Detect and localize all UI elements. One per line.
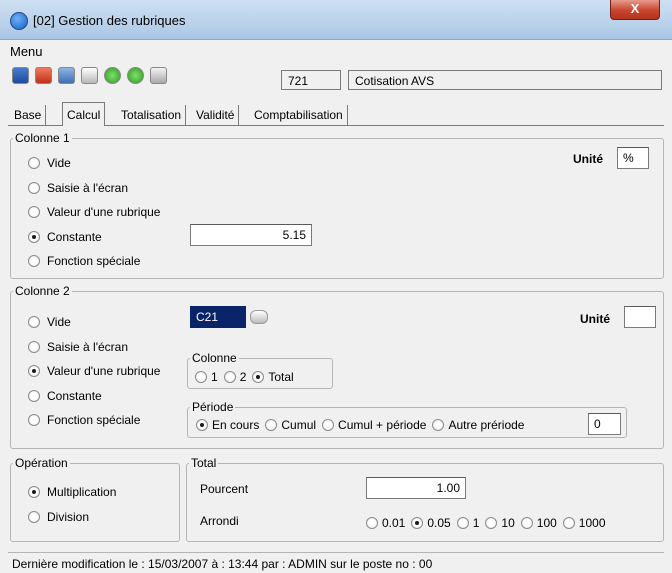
colonne-option-total[interactable]: Total [252, 370, 294, 384]
colonne2-option-constante[interactable]: Constante [28, 389, 102, 403]
tab-validite[interactable]: Validité [192, 105, 240, 125]
arrondi-option-0-01[interactable]: 0.01 [366, 516, 405, 530]
operation-legend: Opération [15, 456, 68, 470]
periode-option-en-cours[interactable]: En cours [196, 418, 259, 432]
save-icon[interactable] [12, 67, 29, 84]
colonne-subgroup-options: 1 2 Total [195, 370, 300, 384]
view-icon[interactable] [81, 67, 98, 84]
colonne2-unite-label: Unité [580, 312, 610, 326]
pourcent-label: Pourcent [200, 482, 249, 496]
tab-comptabilisation[interactable]: Comptabilisation [250, 105, 348, 125]
colonne-option-1[interactable]: 1 [195, 370, 218, 384]
operation-group: Opération [10, 456, 180, 542]
total-legend: Total [191, 456, 217, 470]
colonne2-option-saisie[interactable]: Saisie à l'écran [28, 340, 128, 354]
forward-icon[interactable] [127, 67, 144, 84]
delete-icon[interactable] [35, 67, 52, 84]
menu-item-menu[interactable]: Menu [10, 44, 43, 59]
close-button[interactable]: X [610, 0, 660, 20]
colonne-option-2[interactable]: 2 [223, 370, 246, 384]
print-icon[interactable] [150, 67, 167, 84]
colonne1-option-constante[interactable]: Constante [28, 230, 102, 244]
colonne2-option-vide[interactable]: Vide [28, 315, 71, 329]
periode-option-autre[interactable]: Autre prériode [432, 418, 524, 432]
arrondi-options: 0.01 0.05 1 10 100 1000 [366, 516, 612, 530]
colonne-subgroup-legend: Colonne [192, 351, 237, 365]
arrondi-label: Arrondi [200, 514, 239, 528]
operation-option-division[interactable]: Division [28, 510, 89, 524]
arrondi-option-0-05[interactable]: 0.05 [411, 516, 451, 530]
periode-value-input[interactable]: 0 [588, 413, 621, 435]
status-bar: Dernière modification le : 15/03/2007 à … [8, 552, 664, 572]
arrondi-option-100[interactable]: 100 [520, 516, 557, 530]
colonne1-option-saisie[interactable]: Saisie à l'écran [28, 181, 128, 195]
app-icon [10, 12, 28, 30]
colonne2-unite-input[interactable] [624, 306, 656, 328]
pourcent-input[interactable]: 1.00 [366, 477, 466, 499]
back-icon[interactable] [104, 67, 121, 84]
tab-totalisation[interactable]: Totalisation [117, 105, 187, 125]
colonne1-unite-input[interactable]: % [617, 147, 649, 169]
operation-option-multiplication[interactable]: Multiplication [28, 485, 116, 499]
colonne2-option-fonction[interactable]: Fonction spéciale [28, 413, 140, 427]
periode-subgroup-legend: Période [192, 400, 234, 414]
view-icon[interactable] [250, 310, 268, 324]
colonne1-option-vide[interactable]: Vide [28, 156, 71, 170]
periode-subgroup-options: En cours Cumul Cumul + période Autre pré… [196, 418, 530, 432]
colonne1-option-fonction[interactable]: Fonction spéciale [28, 254, 140, 268]
rubrique-select-input[interactable]: C21 [190, 306, 246, 328]
window-title: [02] Gestion des rubriques [33, 13, 186, 28]
arrondi-option-10[interactable]: 10 [485, 516, 515, 530]
constante-input[interactable]: 5.15 [190, 224, 312, 246]
menu-bar [8, 41, 664, 62]
rubrique-name-field: Cotisation AVS [348, 70, 662, 90]
colonne2-option-valeur[interactable]: Valeur d'une rubrique [28, 364, 160, 378]
tab-base[interactable]: Base [10, 105, 47, 125]
colonne1-unite-label: Unité [573, 152, 603, 166]
colonne1-option-valeur[interactable]: Valeur d'une rubrique [28, 205, 160, 219]
arrondi-option-1[interactable]: 1 [456, 516, 479, 530]
arrondi-option-1000[interactable]: 1000 [562, 516, 606, 530]
periode-option-cumul-periode[interactable]: Cumul + période [322, 418, 426, 432]
colonne1-legend: Colonne 1 [15, 131, 70, 145]
colonne2-legend: Colonne 2 [15, 284, 70, 298]
periode-option-cumul[interactable]: Cumul [265, 418, 316, 432]
refresh-icon[interactable] [58, 67, 75, 84]
rubrique-code-field: 721 [281, 70, 341, 90]
tab-calcul[interactable]: Calcul [62, 102, 106, 126]
